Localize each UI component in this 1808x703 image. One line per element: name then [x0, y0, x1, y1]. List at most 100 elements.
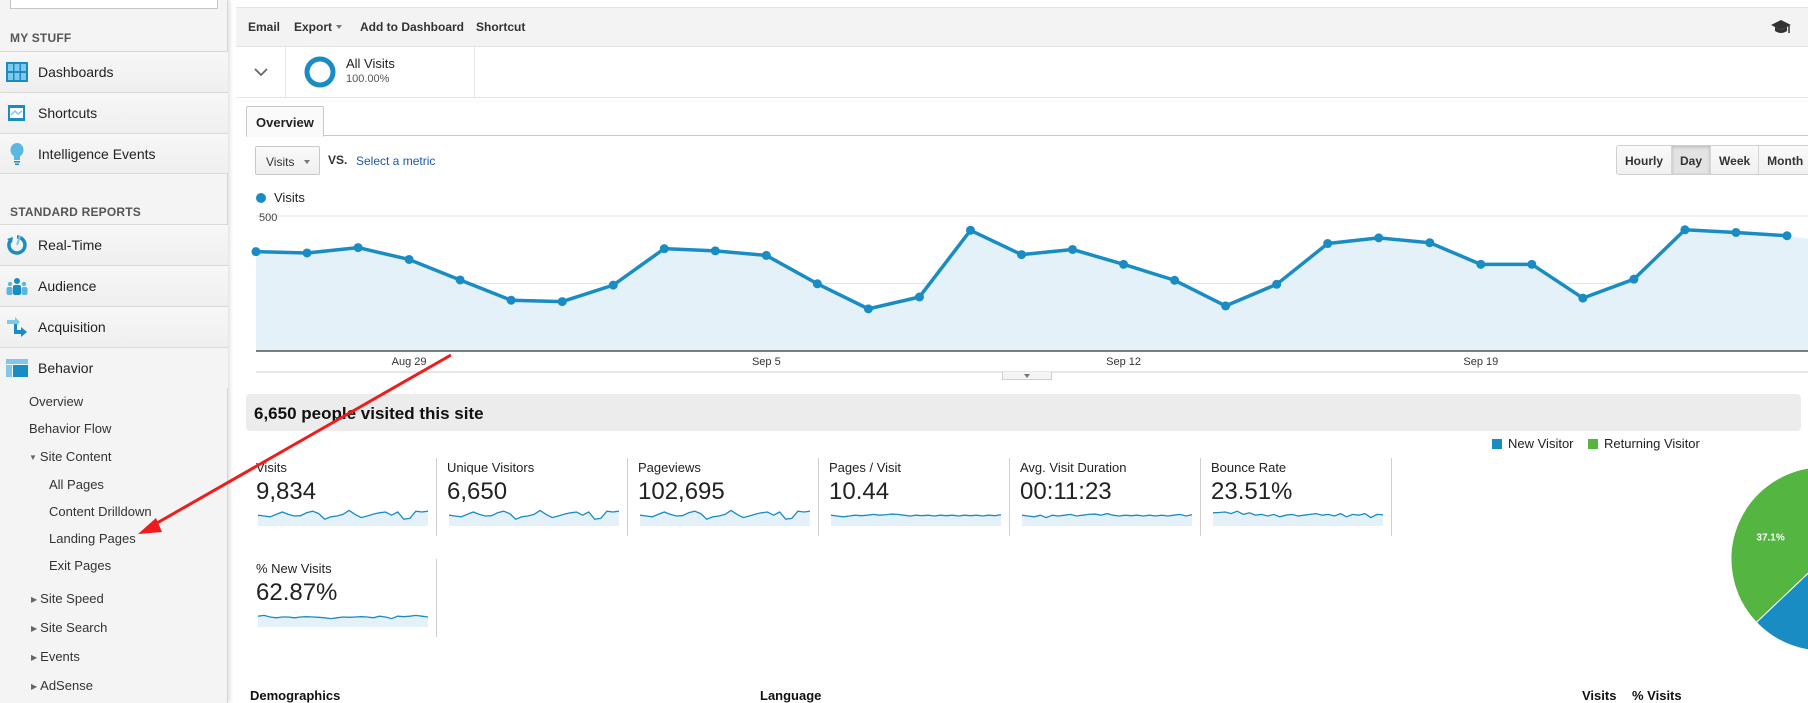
pie-slice-label: 37.1% [1756, 533, 1784, 544]
sidebar-item-all-pages[interactable]: All Pages [49, 477, 104, 492]
sidebar-item-events[interactable]: ▶ Events [31, 649, 80, 664]
sidebar-item-label: Shortcuts [38, 105, 98, 121]
data-point[interactable] [1323, 239, 1333, 249]
segment-bar: All Visits 100.00% [236, 47, 1808, 98]
granularity-day-button[interactable]: Day [1672, 146, 1712, 174]
sidebar-item-label: Real-Time [38, 237, 103, 253]
granularity-month-button[interactable]: Month [1759, 146, 1808, 174]
data-point[interactable] [914, 292, 924, 302]
data-point[interactable] [455, 275, 465, 285]
dashboards-grid-icon [6, 61, 28, 83]
x-tick-label: Sep 5 [752, 356, 781, 368]
data-point[interactable] [1629, 274, 1639, 284]
select-metric-link[interactable]: Select a metric [356, 154, 435, 168]
metric-pageviews[interactable]: Pageviews 102,695 [638, 460, 829, 542]
data-point[interactable] [506, 295, 516, 305]
data-point[interactable] [812, 279, 822, 289]
visits-column-header[interactable]: Visits [1582, 688, 1616, 703]
data-point[interactable] [1680, 225, 1690, 235]
data-point[interactable] [1272, 279, 1282, 289]
sidebar-item-dashboards[interactable]: Dashboards [0, 51, 228, 92]
data-point[interactable] [1425, 238, 1435, 248]
x-tick-label: Sep 12 [1106, 356, 1141, 368]
metric-dropdown[interactable]: Visits [255, 146, 320, 175]
metric-value: 6,650 [447, 478, 508, 505]
metric-sparkline [1213, 510, 1383, 526]
granularity-week-button[interactable]: Week [1711, 146, 1760, 174]
sidebar-item-behavior-overview[interactable]: Overview [29, 394, 83, 409]
data-point[interactable] [251, 247, 261, 257]
sidebar-item-intelligence-events[interactable]: Intelligence Events [0, 133, 228, 174]
data-point[interactable] [965, 225, 975, 235]
sidebar-item-content-drilldown[interactable]: Content Drilldown [49, 504, 152, 519]
data-point[interactable] [1017, 250, 1026, 260]
metric-bounce-rate[interactable]: Bounce Rate 23.51% [1211, 460, 1402, 542]
chevron-down-icon [253, 68, 268, 77]
sidebar-item-real-time[interactable]: Real-Time [0, 224, 228, 265]
segment-expand-toggle[interactable] [236, 47, 286, 98]
pct-visits-column-header[interactable]: % Visits [1632, 688, 1682, 703]
data-point[interactable] [659, 244, 669, 254]
data-point[interactable] [353, 243, 363, 253]
sidebar-item-label: Intelligence Events [38, 145, 156, 162]
data-point[interactable] [863, 304, 873, 314]
lightbulb-icon [6, 142, 28, 165]
metric--new-visits[interactable]: % New Visits 62.87% [256, 561, 447, 643]
email-button[interactable]: Email [248, 20, 280, 34]
metric-divider [1391, 458, 1392, 536]
data-point[interactable] [557, 297, 567, 307]
shortcut-button[interactable]: Shortcut [476, 20, 525, 34]
data-point[interactable] [761, 250, 771, 260]
data-point[interactable] [1119, 259, 1129, 269]
sidebar-item-label: Site Search [40, 620, 108, 635]
sidebar-item-acquisition[interactable]: Acquisition [0, 306, 228, 347]
metric-unique-visitors[interactable]: Unique Visitors 6,650 [447, 460, 638, 542]
data-point[interactable] [404, 254, 414, 264]
sidebar-item-exit-pages[interactable]: Exit Pages [49, 558, 111, 573]
sidebar-item-shortcuts[interactable]: Shortcuts [0, 92, 228, 133]
segment-all-visits[interactable]: All Visits 100.00% [286, 47, 475, 98]
add-to-dashboard-button[interactable]: Add to Dashboard [360, 20, 464, 34]
visits-line-chart[interactable]: 250500Aug 29Sep 5Sep 12Sep 19 [236, 185, 1808, 385]
metric-avg-visit-duration[interactable]: Avg. Visit Duration 00:11:23 [1020, 460, 1211, 542]
data-point[interactable] [1221, 301, 1231, 311]
visitor-type-pie-chart[interactable]: 62.9%37.1% [1728, 464, 1808, 654]
sidebar-item-site-speed[interactable]: ▶ Site Speed [31, 591, 104, 606]
data-point[interactable] [1476, 259, 1486, 269]
metric-pages-visit[interactable]: Pages / Visit 10.44 [829, 460, 1020, 542]
data-point[interactable] [1374, 233, 1384, 243]
sidebar-item-adsense[interactable]: ▶ AdSense [31, 678, 93, 693]
shortcuts-icon [6, 102, 28, 124]
metric-value: 102,695 [638, 478, 725, 505]
graduation-cap-icon[interactable] [1770, 18, 1792, 41]
behavior-layout-icon [6, 357, 28, 379]
data-point[interactable] [608, 280, 618, 290]
sidebar-item-site-content[interactable]: ▼ Site Content [29, 449, 111, 464]
data-point[interactable] [1527, 259, 1537, 269]
legend-swatch [1492, 438, 1502, 449]
sidebar-search-input[interactable] [10, 0, 218, 9]
segment-ring-icon [304, 56, 336, 88]
data-point[interactable] [302, 248, 312, 258]
export-button[interactable]: Export [294, 20, 343, 34]
pie-legend-returning-visitor: Returning Visitor [1588, 436, 1700, 451]
sidebar-item-landing-pages[interactable]: Landing Pages [49, 531, 136, 546]
tab-overview[interactable]: Overview [246, 106, 324, 137]
data-point[interactable] [1578, 293, 1588, 303]
sidebar-item-behavior[interactable]: Behavior [0, 347, 228, 388]
data-point[interactable] [1068, 244, 1078, 254]
metric-visits[interactable]: Visits 9,834 [256, 460, 447, 542]
expanded-triangle-icon: ▼ [29, 453, 37, 462]
data-point[interactable] [1782, 231, 1792, 241]
data-point[interactable] [710, 246, 720, 256]
metric-label: Pageviews [638, 460, 701, 475]
sidebar-item-behavior-flow[interactable]: Behavior Flow [29, 421, 111, 436]
sidebar-item-audience[interactable]: Audience [0, 265, 228, 306]
data-point[interactable] [1170, 275, 1180, 285]
granularity-hourly-button[interactable]: Hourly [1617, 146, 1673, 174]
sidebar-item-site-search[interactable]: ▶ Site Search [31, 620, 107, 635]
data-point[interactable] [1731, 227, 1741, 237]
chart-collapse-handle[interactable] [1002, 372, 1052, 380]
sidebar-item-label: Site Content [39, 449, 112, 464]
legend-label: New Visitor [1508, 436, 1574, 451]
